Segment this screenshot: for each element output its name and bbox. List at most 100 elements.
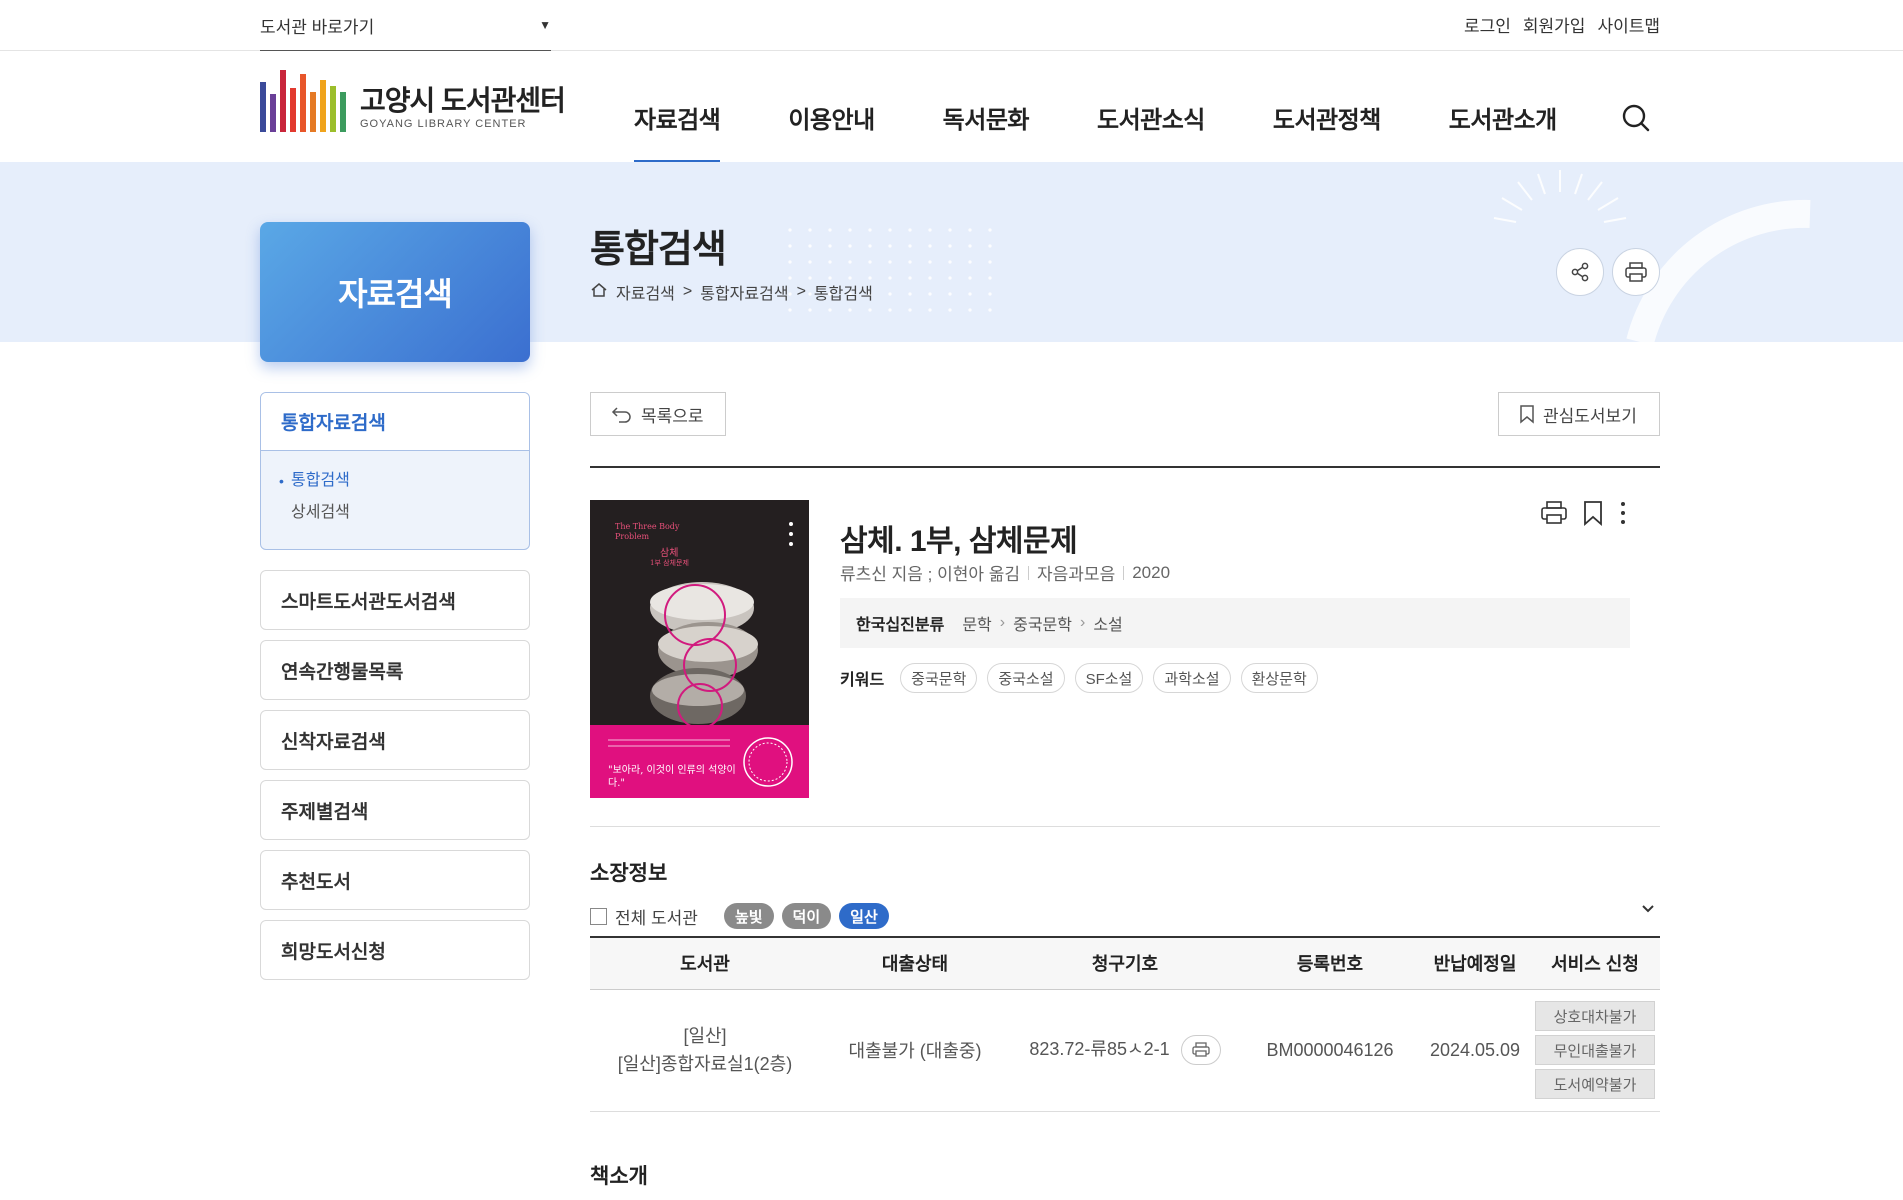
breadcrumb-item[interactable]: 통합자료검색 [700, 280, 788, 304]
classification-item[interactable]: 중국문학 [1013, 611, 1072, 635]
site-logo[interactable]: 고양시 도서관센터 GOYANG LIBRARY CENTER [260, 70, 566, 132]
print-call-number-button[interactable] [1180, 1035, 1221, 1066]
keyword-chip[interactable]: SF소설 [1074, 663, 1144, 693]
table-header-row: 도서관 대출상태 청구기호 등록번호 반납예정일 서비스 신청 [590, 936, 1660, 990]
branch-pill[interactable]: 덕이 [781, 903, 832, 929]
book-year: 2020 [1132, 562, 1171, 582]
call-number-cell: 823.72-류85ㅅ2-1 [1010, 989, 1240, 1112]
breadcrumb: 자료검색 > 통합자료검색 > 통합검색 [590, 280, 873, 304]
keyword-chip[interactable]: 과학소설 [1153, 663, 1231, 693]
column-header: 반납예정일 [1420, 936, 1530, 990]
lnb-sub-item-integrated[interactable]: 통합검색 [279, 465, 529, 497]
table-row: [일산] [일산]종합자료실1(2층) 대출불가 (대출중) 823.72-류8… [590, 989, 1660, 1112]
book-intro-title: 책소개 [590, 1165, 648, 1188]
share-icon [1571, 262, 1589, 282]
gnb-item-policy[interactable]: 도서관정책 [1273, 100, 1381, 162]
login-link[interactable]: 로그인 [1464, 12, 1511, 37]
library-shortcut-select[interactable]: 도서관 바로가기 ▼ [260, 0, 551, 51]
column-header: 청구기호 [1010, 936, 1240, 990]
classification-item[interactable]: 문학 [962, 611, 991, 635]
classification-label: 한국십진분류 [856, 617, 945, 634]
classification-item[interactable]: 소설 [1093, 611, 1122, 635]
more-vertical-icon[interactable] [1618, 500, 1628, 531]
registration-number: BM0000046126 [1240, 989, 1420, 1112]
lnb-item-new-arrivals[interactable]: 신착자료검색 [260, 710, 530, 770]
wishlist-view-label: 관심도서보기 [1543, 406, 1637, 426]
cover-en-title: The Three Body Problem [615, 522, 680, 541]
book-meta: 류츠신 지음 ; 이현아 옮김 자음과모음 2020 [840, 560, 1170, 585]
book-author: 류츠신 지음 ; 이현아 옮김 [840, 565, 1021, 584]
bookmark-icon [1520, 405, 1534, 424]
logo-bar [300, 74, 306, 132]
column-header: 도서관 [590, 936, 820, 990]
logo-bars-icon [260, 70, 346, 132]
lnb-item-recommended[interactable]: 추천도서 [260, 850, 530, 910]
logo-bar [290, 88, 296, 132]
lnb-item-subject-search[interactable]: 주제별검색 [260, 780, 530, 840]
chevron-down-icon[interactable] [1640, 902, 1656, 920]
all-libraries-checkbox[interactable] [590, 907, 607, 925]
return-arrow-icon [611, 407, 631, 423]
column-header: 서비스 신청 [1530, 936, 1660, 990]
wishlist-view-button[interactable]: 관심도서보기 [1498, 392, 1660, 436]
holdings-section-title: 소장정보 [590, 862, 668, 885]
sitemap-link[interactable]: 사이트맵 [1597, 12, 1660, 37]
signup-link[interactable]: 회원가입 [1523, 12, 1586, 37]
breadcrumb-separator: > [682, 283, 693, 300]
search-icon[interactable] [1620, 102, 1652, 134]
branch-filter: 전체 도서관 높빛 덕이 일산 [590, 903, 889, 929]
divider [590, 466, 1660, 468]
logo-bar [310, 92, 316, 132]
logo-name-ko: 고양시 도서관센터 [360, 85, 566, 116]
library-cell: [일산] [일산]종합자료실1(2층) [590, 989, 820, 1112]
all-libraries-label: 전체 도서관 [615, 908, 698, 928]
chevron-right-icon: › [1080, 614, 1086, 631]
interlibrary-loan-button[interactable]: 상호대차불가 [1535, 1001, 1655, 1031]
book-publisher: 자음과모음 [1037, 565, 1116, 584]
lnb-sub-item-advanced[interactable]: 상세검색 [281, 497, 529, 529]
lnb-item-book-request[interactable]: 희망도서신청 [260, 920, 530, 980]
breadcrumb-item[interactable]: 자료검색 [616, 280, 675, 304]
gnb-item-reading-culture[interactable]: 독서문화 [943, 100, 1030, 162]
share-button[interactable] [1556, 248, 1604, 296]
gnb-item-guide[interactable]: 이용안내 [788, 100, 875, 162]
reservation-button[interactable]: 도서예약불가 [1535, 1069, 1655, 1099]
lnb-item-serials[interactable]: 연속간행물목록 [260, 640, 530, 700]
keyword-chip[interactable]: 환상문학 [1240, 663, 1318, 693]
print-icon[interactable] [1540, 500, 1568, 531]
call-number: 823.72-류85ㅅ2-1 [1029, 1038, 1170, 1059]
self-checkout-button[interactable]: 무인대출불가 [1535, 1035, 1655, 1065]
meta-separator [1123, 565, 1125, 580]
branch-pill[interactable]: 일산 [839, 903, 889, 929]
lnb-item-smart-library[interactable]: 스마트도서관도서검색 [260, 570, 530, 630]
main-navigation: 자료검색 이용안내 독서문화 도서관소식 도서관정책 도서관소개 [600, 100, 1591, 163]
due-date: 2024.05.09 [1420, 989, 1530, 1112]
column-header: 대출상태 [820, 936, 1010, 990]
print-icon [1625, 262, 1647, 282]
library-shortcut-label: 도서관 바로가기 [260, 17, 375, 37]
divider [590, 826, 1660, 827]
lnb-group-title[interactable]: 통합자료검색 [261, 393, 529, 451]
back-to-list-button[interactable]: 목록으로 [590, 392, 726, 436]
logo-bar [320, 80, 326, 132]
home-icon[interactable] [590, 281, 608, 304]
column-header: 등록번호 [1240, 936, 1420, 990]
logo-bar [330, 86, 336, 132]
lnb-sub-menu: 통합검색 상세검색 [261, 451, 529, 529]
section-title-card: 자료검색 [260, 222, 530, 362]
loan-status: 대출불가 (대출중) [820, 989, 1010, 1112]
gnb-item-news[interactable]: 도서관소식 [1097, 100, 1205, 162]
lnb-group-integrated-search: 통합자료검색 통합검색 상세검색 [260, 392, 530, 550]
cover-subtitle: 1부 삼체문제 [650, 559, 689, 567]
service-cell: 상호대차불가 무인대출불가 도서예약불가 [1530, 989, 1660, 1112]
book-action-icons [1540, 500, 1628, 531]
gnb-item-search[interactable]: 자료검색 [634, 100, 721, 163]
bookmark-icon[interactable] [1582, 500, 1604, 531]
print-page-button[interactable] [1612, 248, 1660, 296]
branch-pill[interactable]: 높빛 [723, 903, 774, 929]
logo-bar [340, 92, 346, 132]
breadcrumb-item-current: 통합검색 [813, 286, 873, 303]
gnb-item-about[interactable]: 도서관소개 [1449, 100, 1557, 162]
keyword-chip[interactable]: 중국소설 [987, 663, 1065, 693]
keyword-chip[interactable]: 중국문학 [900, 663, 978, 693]
